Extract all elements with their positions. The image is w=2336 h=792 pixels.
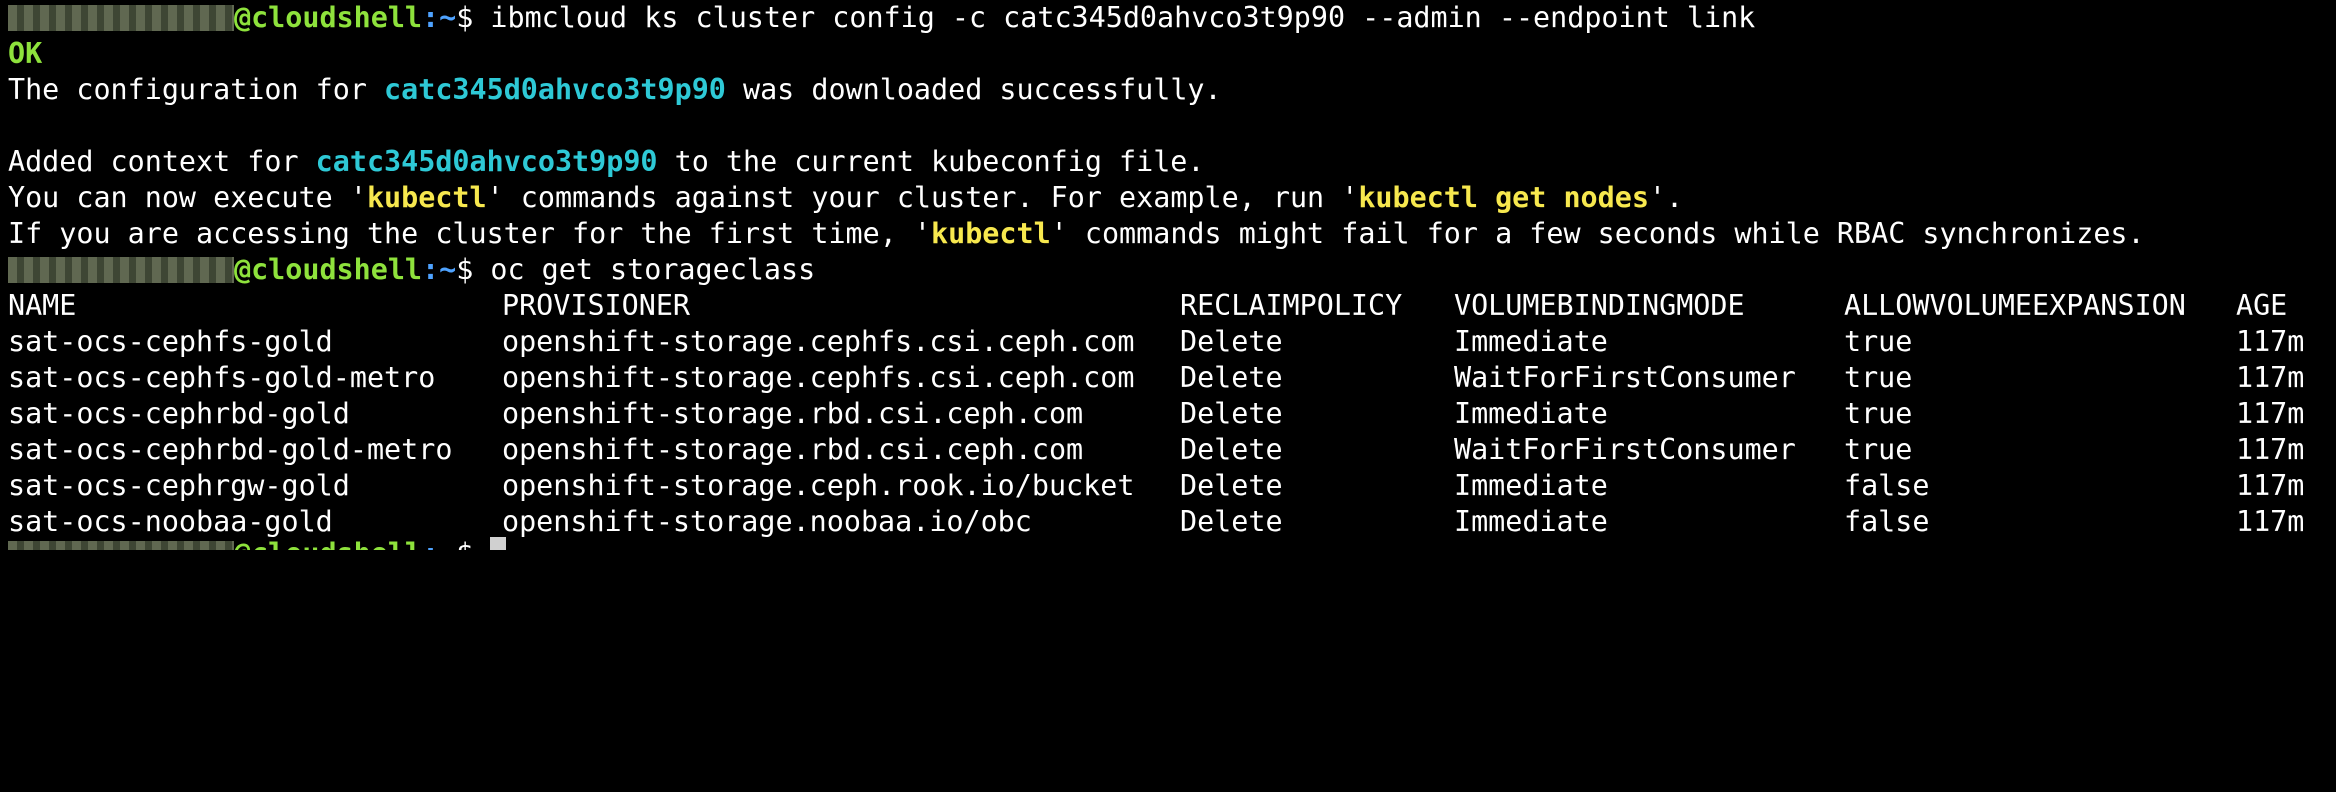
table-cell: true <box>1844 325 1913 358</box>
prompt-path: :~ <box>422 537 456 550</box>
table-row: sat-ocs-cephfs-gold openshift-storage.ce… <box>8 324 2336 360</box>
table-cell: Delete <box>1180 469 1283 502</box>
kubectl-keyword: kubectl <box>931 217 1051 250</box>
table-row: sat-ocs-cephrgw-gold openshift-storage.c… <box>8 468 2336 504</box>
table-cell: openshift-storage.noobaa.io/obc <box>502 505 1032 538</box>
prompt-line-3-partial: @cloudshell:~$ <box>8 536 507 550</box>
table-cell: Delete <box>1180 325 1283 358</box>
table-cell: openshift-storage.cephfs.csi.ceph.com <box>502 361 1135 394</box>
column-header: ALLOWVOLUMEEXPANSION <box>1844 289 2186 322</box>
output-text: ' commands might fail for a few seconds … <box>1050 217 2145 250</box>
table-cell: 117m <box>2236 505 2305 538</box>
redacted-username <box>8 5 234 31</box>
table-cell: Immediate <box>1454 469 1608 502</box>
prompt-line-2: @cloudshell:~$ oc get storageclass <box>8 252 2336 288</box>
table-cell: openshift-storage.rbd.csi.ceph.com <box>502 397 1084 430</box>
table-cell: WaitForFirstConsumer <box>1454 361 1796 394</box>
table-cell: false <box>1844 505 1930 538</box>
column-header: AGE <box>2236 289 2288 322</box>
cluster-id: catc345d0ahvco3t9p90 <box>384 73 726 106</box>
table-cell: openshift-storage.rbd.csi.ceph.com <box>502 433 1084 466</box>
command-text: ibmcloud ks cluster config -c catc345d0a… <box>473 1 1756 34</box>
table-cell: 117m <box>2236 325 2305 358</box>
prompt-sign: $ <box>456 1 474 34</box>
output-text: to the current kubeconfig file. <box>657 145 1205 178</box>
table-cell: false <box>1844 469 1930 502</box>
prompt-host: @cloudshell <box>234 253 423 286</box>
table-cell: sat-ocs-cephfs-gold <box>8 325 333 358</box>
table-cell: WaitForFirstConsumer <box>1454 433 1796 466</box>
table-row: sat-ocs-cephrbd-gold-metro openshift-sto… <box>8 432 2336 468</box>
terminal-cursor[interactable] <box>490 537 507 550</box>
command-text: oc get storageclass <box>473 253 816 286</box>
table-cell: Immediate <box>1454 505 1608 538</box>
table-cell: true <box>1844 433 1913 466</box>
output-text: You can now execute ' <box>8 181 367 214</box>
terminal-window[interactable]: @cloudshell:~$ ibmcloud ks cluster confi… <box>0 0 2336 550</box>
output-line-context: Added context for catc345d0ahvco3t9p90 t… <box>8 144 2336 180</box>
table-cell: Delete <box>1180 505 1283 538</box>
column-header: NAME <box>8 289 77 322</box>
column-header: PROVISIONER <box>502 289 691 322</box>
table-cell: 117m <box>2236 469 2305 502</box>
output-text: Added context for <box>8 145 316 178</box>
output-text: was downloaded successfully. <box>725 73 1222 106</box>
table-cell: openshift-storage.cephfs.csi.ceph.com <box>502 325 1135 358</box>
table-cell: sat-ocs-cephfs-gold-metro <box>8 361 436 394</box>
prompt-host: @cloudshell <box>234 537 422 550</box>
table-cell: Immediate <box>1454 325 1608 358</box>
table-cell: Immediate <box>1454 397 1608 430</box>
table-cell: sat-ocs-cephrgw-gold <box>8 469 350 502</box>
table-row: sat-ocs-cephrbd-gold openshift-storage.r… <box>8 396 2336 432</box>
output-text: ' commands against your cluster. For exa… <box>486 181 1359 214</box>
output-line-kubectl-hint: You can now execute 'kubectl' commands a… <box>8 180 2336 216</box>
ok-status: OK <box>8 37 43 70</box>
table-cell: 117m <box>2236 433 2305 466</box>
table-cell: Delete <box>1180 397 1283 430</box>
column-header: RECLAIMPOLICY <box>1180 289 1403 322</box>
output-line-rbac-warning: If you are accessing the cluster for the… <box>8 216 2336 252</box>
table-cell: true <box>1844 361 1913 394</box>
table-cell: sat-ocs-cephrbd-gold <box>8 397 350 430</box>
table-cell: sat-ocs-noobaa-gold <box>8 505 333 538</box>
prompt-host: @cloudshell <box>234 1 423 34</box>
table-cell: sat-ocs-cephrbd-gold-metro <box>8 433 453 466</box>
prompt-path: :~ <box>422 1 457 34</box>
table-cell: Delete <box>1180 433 1283 466</box>
prompt-sign: $ <box>456 253 474 286</box>
table-cell: 117m <box>2236 361 2305 394</box>
prompt-line-1: @cloudshell:~$ ibmcloud ks cluster confi… <box>8 0 2336 36</box>
table-header: NAME PROVISIONER RECLAIMPOLICY VOLUMEBIN… <box>8 288 2336 324</box>
table-cell: 117m <box>2236 397 2305 430</box>
table-cell: openshift-storage.ceph.rook.io/bucket <box>502 469 1135 502</box>
kubectl-get-nodes-keyword: kubectl get nodes <box>1358 181 1649 214</box>
prompt-sign: $ <box>456 537 473 550</box>
table-row: sat-ocs-cephfs-gold-metro openshift-stor… <box>8 360 2336 396</box>
column-header: VOLUMEBINDINGMODE <box>1454 289 1745 322</box>
prompt-path: :~ <box>422 253 457 286</box>
output-line-config: The configuration for catc345d0ahvco3t9p… <box>8 72 2336 108</box>
output-text: If you are accessing the cluster for the… <box>8 217 932 250</box>
output-text: The configuration for <box>8 73 385 106</box>
redacted-username <box>8 541 234 550</box>
output-text: '. <box>1648 181 1684 214</box>
table-cell: Delete <box>1180 361 1283 394</box>
kubectl-keyword: kubectl <box>366 181 487 214</box>
table-row: sat-ocs-noobaa-gold openshift-storage.no… <box>8 504 2336 540</box>
redacted-username <box>8 257 234 283</box>
cluster-id: catc345d0ahvco3t9p90 <box>315 145 658 178</box>
table-cell: true <box>1844 397 1913 430</box>
